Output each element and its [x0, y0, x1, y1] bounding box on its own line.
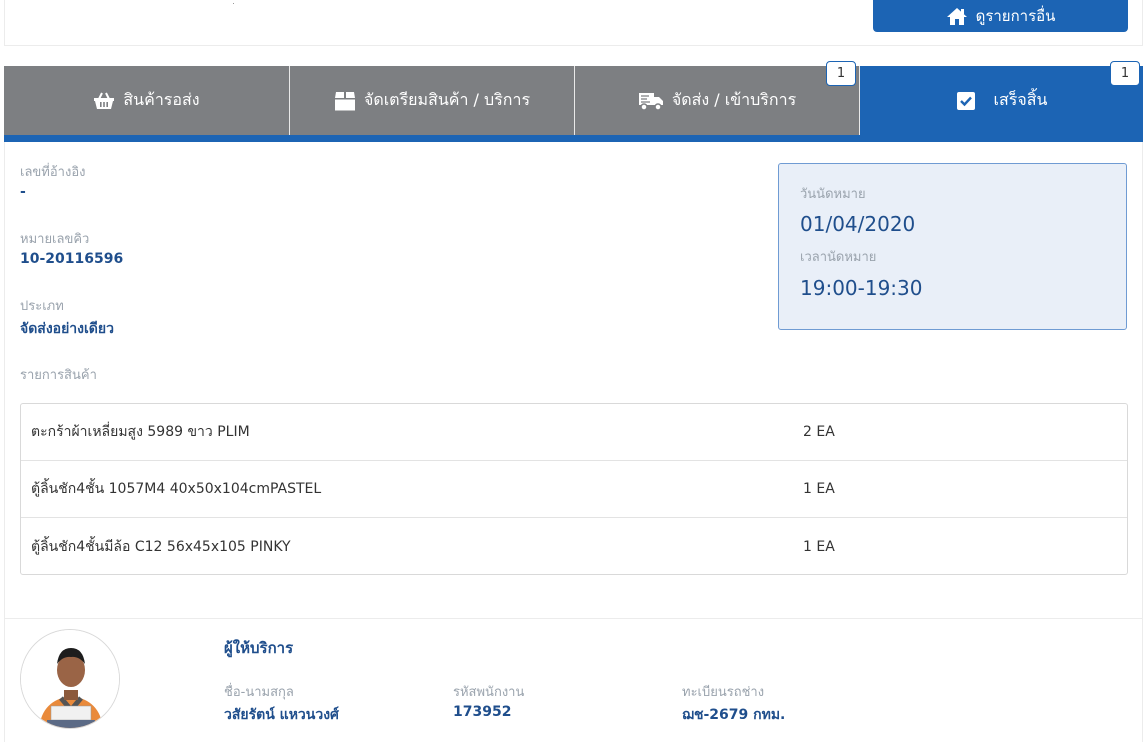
type-label: ประเภท — [20, 299, 64, 314]
provider-name-value: วสัยรัตน์ แหวนวงศ์ — [224, 707, 339, 723]
table-row: ตู้ลิ้นชัก4ชั้นมีล้อ C12 56x45x105 PINKY… — [21, 518, 1127, 575]
avatar — [20, 629, 120, 729]
tab-label: จัดเตรียมสินค้า / บริการ — [363, 90, 531, 109]
employee-id-value: 173952 — [453, 704, 512, 720]
tab-count-badge: 1 — [826, 61, 856, 86]
provider-name-label: ชื่อ-นามสกุล — [224, 685, 294, 700]
appointment-time-value: 19:00-19:30 — [800, 276, 923, 300]
table-row: ตะกร้าผ้าเหลี่ยมสูง 5989 ขาว PLIM 2 EA — [21, 404, 1127, 461]
item-qty: 1 EA — [803, 481, 835, 497]
home-icon — [946, 7, 967, 25]
item-name: ตู้ลิ้นชัก4ชั้น 1057M4 40x50x104cmPASTEL — [31, 481, 322, 497]
view-other-label: ดูรายการอื่น — [975, 7, 1056, 25]
view-other-button[interactable]: ดูรายการอื่น — [873, 0, 1128, 32]
tab-label: เสร็จสิ้น — [993, 90, 1048, 109]
employee-id-label: รหัสพนักงาน — [453, 685, 525, 700]
tab-label: จัดส่ง / เข้าบริการ — [671, 90, 797, 109]
tabbar-active-line — [4, 135, 1143, 142]
items-table: ตะกร้าผ้าเหลี่ยมสูง 5989 ขาว PLIM 2 EA ต… — [20, 403, 1128, 575]
queue-value: 10-20116596 — [20, 251, 124, 267]
vehicle-plate-value: ฌช-2679 กทม. — [682, 707, 786, 723]
decor-dot — [233, 3, 234, 4]
reference-value: - — [20, 184, 26, 200]
basket-icon — [94, 92, 115, 109]
item-name: ตะกร้าผ้าเหลี่ยมสูง 5989 ขาว PLIM — [31, 424, 250, 440]
item-qty: 1 EA — [803, 538, 835, 555]
checkbox-icon — [956, 91, 975, 110]
appointment-date-value: 01/04/2020 — [800, 212, 916, 236]
queue-label: หมายเลขคิว — [20, 232, 90, 247]
box-icon — [334, 91, 355, 110]
tab-count-badge: 1 — [1110, 61, 1140, 86]
appointment-date-label: วันนัดหมาย — [800, 187, 866, 202]
status-tabs: สินค้ารอส่ง จัดเตรียมสินค้า / บริการ จัด… — [4, 61, 1143, 135]
table-row: ตู้ลิ้นชัก4ชั้น 1057M4 40x50x104cmPASTEL… — [21, 461, 1127, 518]
provider-photo — [21, 630, 119, 728]
vehicle-plate-label: ทะเบียนรถช่าง — [682, 685, 765, 700]
reference-label: เลขที่อ้างอิง — [20, 165, 86, 180]
tab-preparing[interactable]: จัดเตรียมสินค้า / บริการ — [290, 66, 575, 135]
truck-icon — [638, 92, 663, 111]
provider-section — [4, 618, 1143, 742]
items-label: รายการสินค้า — [20, 368, 97, 383]
provider-title: ผู้ให้บริการ — [224, 639, 294, 657]
tab-pending-shipment[interactable]: สินค้ารอส่ง — [4, 66, 290, 135]
tab-label: สินค้ารอส่ง — [123, 90, 200, 109]
type-value: จัดส่งอย่างเดียว — [20, 321, 114, 337]
tab-delivering[interactable]: จัดส่ง / เข้าบริการ 1 — [575, 61, 860, 135]
item-name: ตู้ลิ้นชัก4ชั้นมีล้อ C12 56x45x105 PINKY — [31, 538, 291, 555]
tab-completed[interactable]: เสร็จสิ้น 1 — [860, 61, 1143, 135]
appointment-box: วันนัดหมาย 01/04/2020 เวลานัดหมาย 19:00-… — [778, 163, 1127, 330]
item-qty: 2 EA — [803, 424, 835, 440]
appointment-time-label: เวลานัดหมาย — [800, 250, 877, 265]
